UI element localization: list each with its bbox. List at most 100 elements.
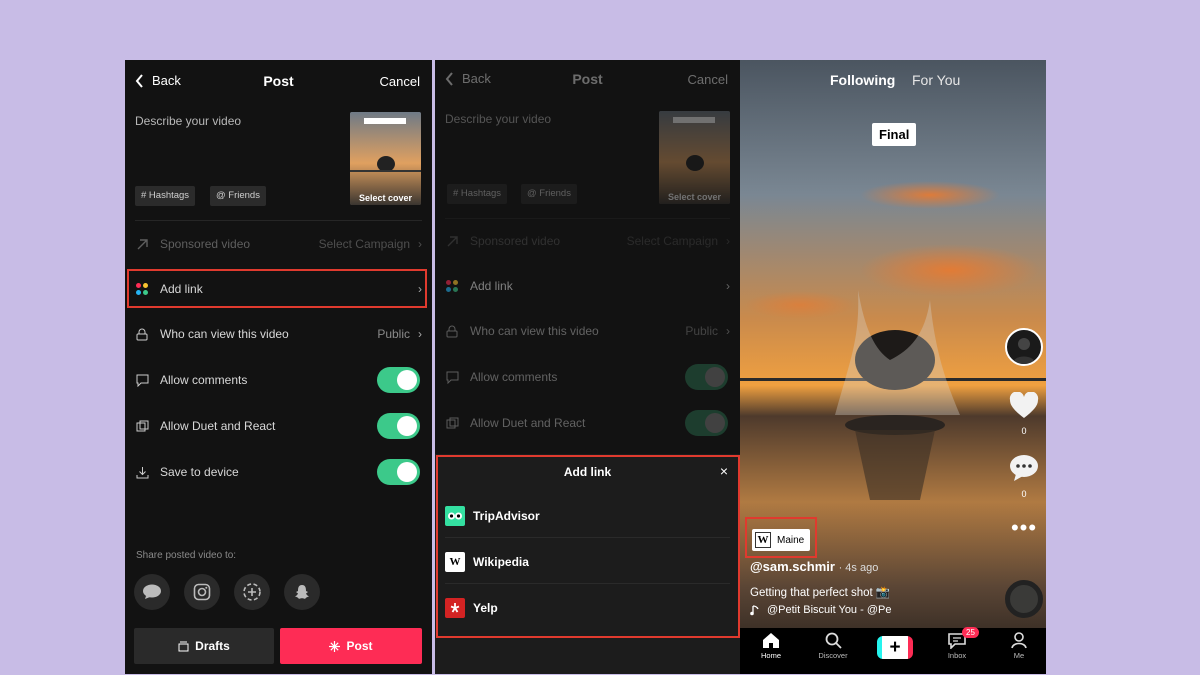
sound-disc-icon[interactable] [1005, 580, 1043, 618]
nav-inbox-label: Inbox [947, 651, 967, 660]
add-link-icon [445, 279, 459, 293]
description-input[interactable]: Describe your video [135, 114, 241, 128]
add-link-row[interactable]: Add link › [435, 266, 740, 306]
chevron-right-icon: › [418, 327, 422, 341]
comment-bubble-icon [1010, 455, 1038, 481]
friends-button: @ Friends [521, 184, 577, 204]
snapchat-share-button[interactable] [284, 574, 320, 610]
select-cover-label: Select cover [358, 193, 413, 203]
select-cover-label: Select cover [667, 192, 722, 202]
creator-avatar[interactable] [1005, 328, 1043, 366]
cover-image [659, 111, 730, 204]
post-label: Post [346, 639, 373, 653]
action-rail: 0 0 ••• [1002, 328, 1046, 539]
allow-duet-label: Allow Duet and React [470, 416, 586, 430]
allow-duet-row: Allow Duet and React [125, 406, 432, 446]
save-device-label: Save to device [160, 465, 239, 479]
instagram-icon [193, 583, 211, 601]
who-can-view-label: Who can view this video [470, 324, 599, 338]
lock-icon [135, 327, 149, 341]
cover-thumbnail[interactable]: Select cover [350, 112, 421, 205]
instagram-share-button[interactable] [184, 574, 220, 610]
message-icon [143, 584, 161, 599]
music-note-icon [750, 604, 759, 615]
sound-name: @Petit Biscuit You - @Pe [767, 604, 892, 616]
who-can-view-label: Who can view this video [160, 327, 289, 341]
share-label: Share posted video to: [136, 550, 237, 561]
bottom-nav: Home Discover + Inbox 25 Me [740, 627, 1046, 674]
allow-comments-label: Allow comments [470, 370, 558, 384]
nav-inbox[interactable]: Inbox 25 [937, 627, 979, 660]
avatar [1012, 338, 1036, 364]
drafts-label: Drafts [195, 639, 230, 653]
chevron-right-icon: › [726, 324, 730, 338]
story-share-button[interactable] [234, 574, 270, 610]
allow-duet-toggle [685, 410, 728, 436]
download-icon [135, 465, 149, 479]
allow-duet-toggle[interactable] [377, 413, 420, 439]
cancel-button[interactable]: Cancel [380, 74, 420, 89]
more-options-icon[interactable]: ••• [1011, 517, 1037, 539]
create-button[interactable]: + [877, 636, 913, 659]
duet-icon [445, 416, 459, 430]
like-count: 0 [1021, 426, 1027, 436]
allow-comments-toggle[interactable] [377, 367, 420, 393]
nav-discover-label: Discover [818, 651, 848, 660]
save-device-row: Save to device [125, 452, 432, 492]
username[interactable]: @sam.schmir [750, 559, 835, 574]
allow-duet-label: Allow Duet and React [160, 419, 276, 433]
add-link-label: Add link [470, 279, 513, 293]
tab-for-you[interactable]: For You [912, 72, 960, 88]
who-can-view-value: Public [377, 327, 410, 341]
allow-comments-row: Allow comments [125, 360, 432, 400]
divider [135, 220, 422, 221]
post-header: Back Post Cancel [125, 60, 432, 104]
sponsored-value: Select Campaign [318, 237, 410, 251]
duet-icon [135, 419, 149, 433]
post-screen: Back Post Cancel Describe your video Sel… [125, 60, 432, 674]
save-device-toggle[interactable] [377, 459, 420, 485]
comment-icon [445, 370, 459, 384]
post-screen-add-link: Back Post Cancel Describe your video Sel… [435, 60, 740, 674]
nav-discover[interactable]: Discover [813, 632, 853, 660]
message-share-button[interactable] [134, 574, 170, 610]
sparkle-icon [329, 640, 341, 652]
allow-duet-row: Allow Duet and React [435, 403, 740, 443]
cover-image [350, 112, 421, 205]
home-icon [763, 633, 779, 648]
tab-following[interactable]: Following [830, 72, 895, 88]
cancel-button[interactable]: Cancel [688, 72, 728, 87]
drafts-button[interactable]: Drafts [134, 628, 274, 664]
hashtags-button[interactable]: # Hashtags [135, 186, 196, 206]
like-button[interactable] [1009, 391, 1039, 424]
sponsored-video-row[interactable]: Sponsored video Select Campaign › [125, 224, 432, 264]
allow-comments-row: Allow comments [435, 357, 740, 397]
allow-comments-label: Allow comments [160, 373, 248, 387]
nav-me[interactable]: Me [999, 632, 1039, 660]
hashtags-button: # Hashtags [447, 184, 508, 204]
nav-me-label: Me [1013, 651, 1025, 660]
post-button[interactable]: Post [280, 628, 422, 664]
plus-icon: + [889, 637, 901, 658]
lock-icon [445, 324, 459, 338]
inbox-badge: 25 [962, 627, 979, 638]
chevron-right-icon: › [726, 279, 730, 293]
sponsored-label: Sponsored video [470, 234, 561, 248]
who-can-view-row[interactable]: Who can view this video Public › [125, 314, 432, 354]
comment-icon [135, 373, 149, 387]
cover-thumbnail: Select cover [659, 111, 730, 204]
sponsored-value: Select Campaign [626, 234, 718, 248]
sponsored-icon [135, 237, 149, 251]
nav-home-label: Home [760, 651, 781, 660]
divider [445, 218, 730, 219]
video-text-overlay: Final [872, 123, 917, 146]
allow-comments-toggle [685, 364, 728, 390]
who-can-view-row: Who can view this video Public › [435, 311, 740, 351]
friends-button[interactable]: @ Friends [210, 186, 266, 206]
comment-button[interactable] [1009, 454, 1039, 487]
sound-row[interactable]: @Petit Biscuit You - @Pe [750, 604, 891, 616]
nav-home[interactable]: Home [751, 632, 791, 660]
heart-icon [1009, 391, 1039, 418]
sponsored-icon [445, 234, 459, 248]
post-header-dimmed: Back Post Cancel [435, 60, 740, 104]
